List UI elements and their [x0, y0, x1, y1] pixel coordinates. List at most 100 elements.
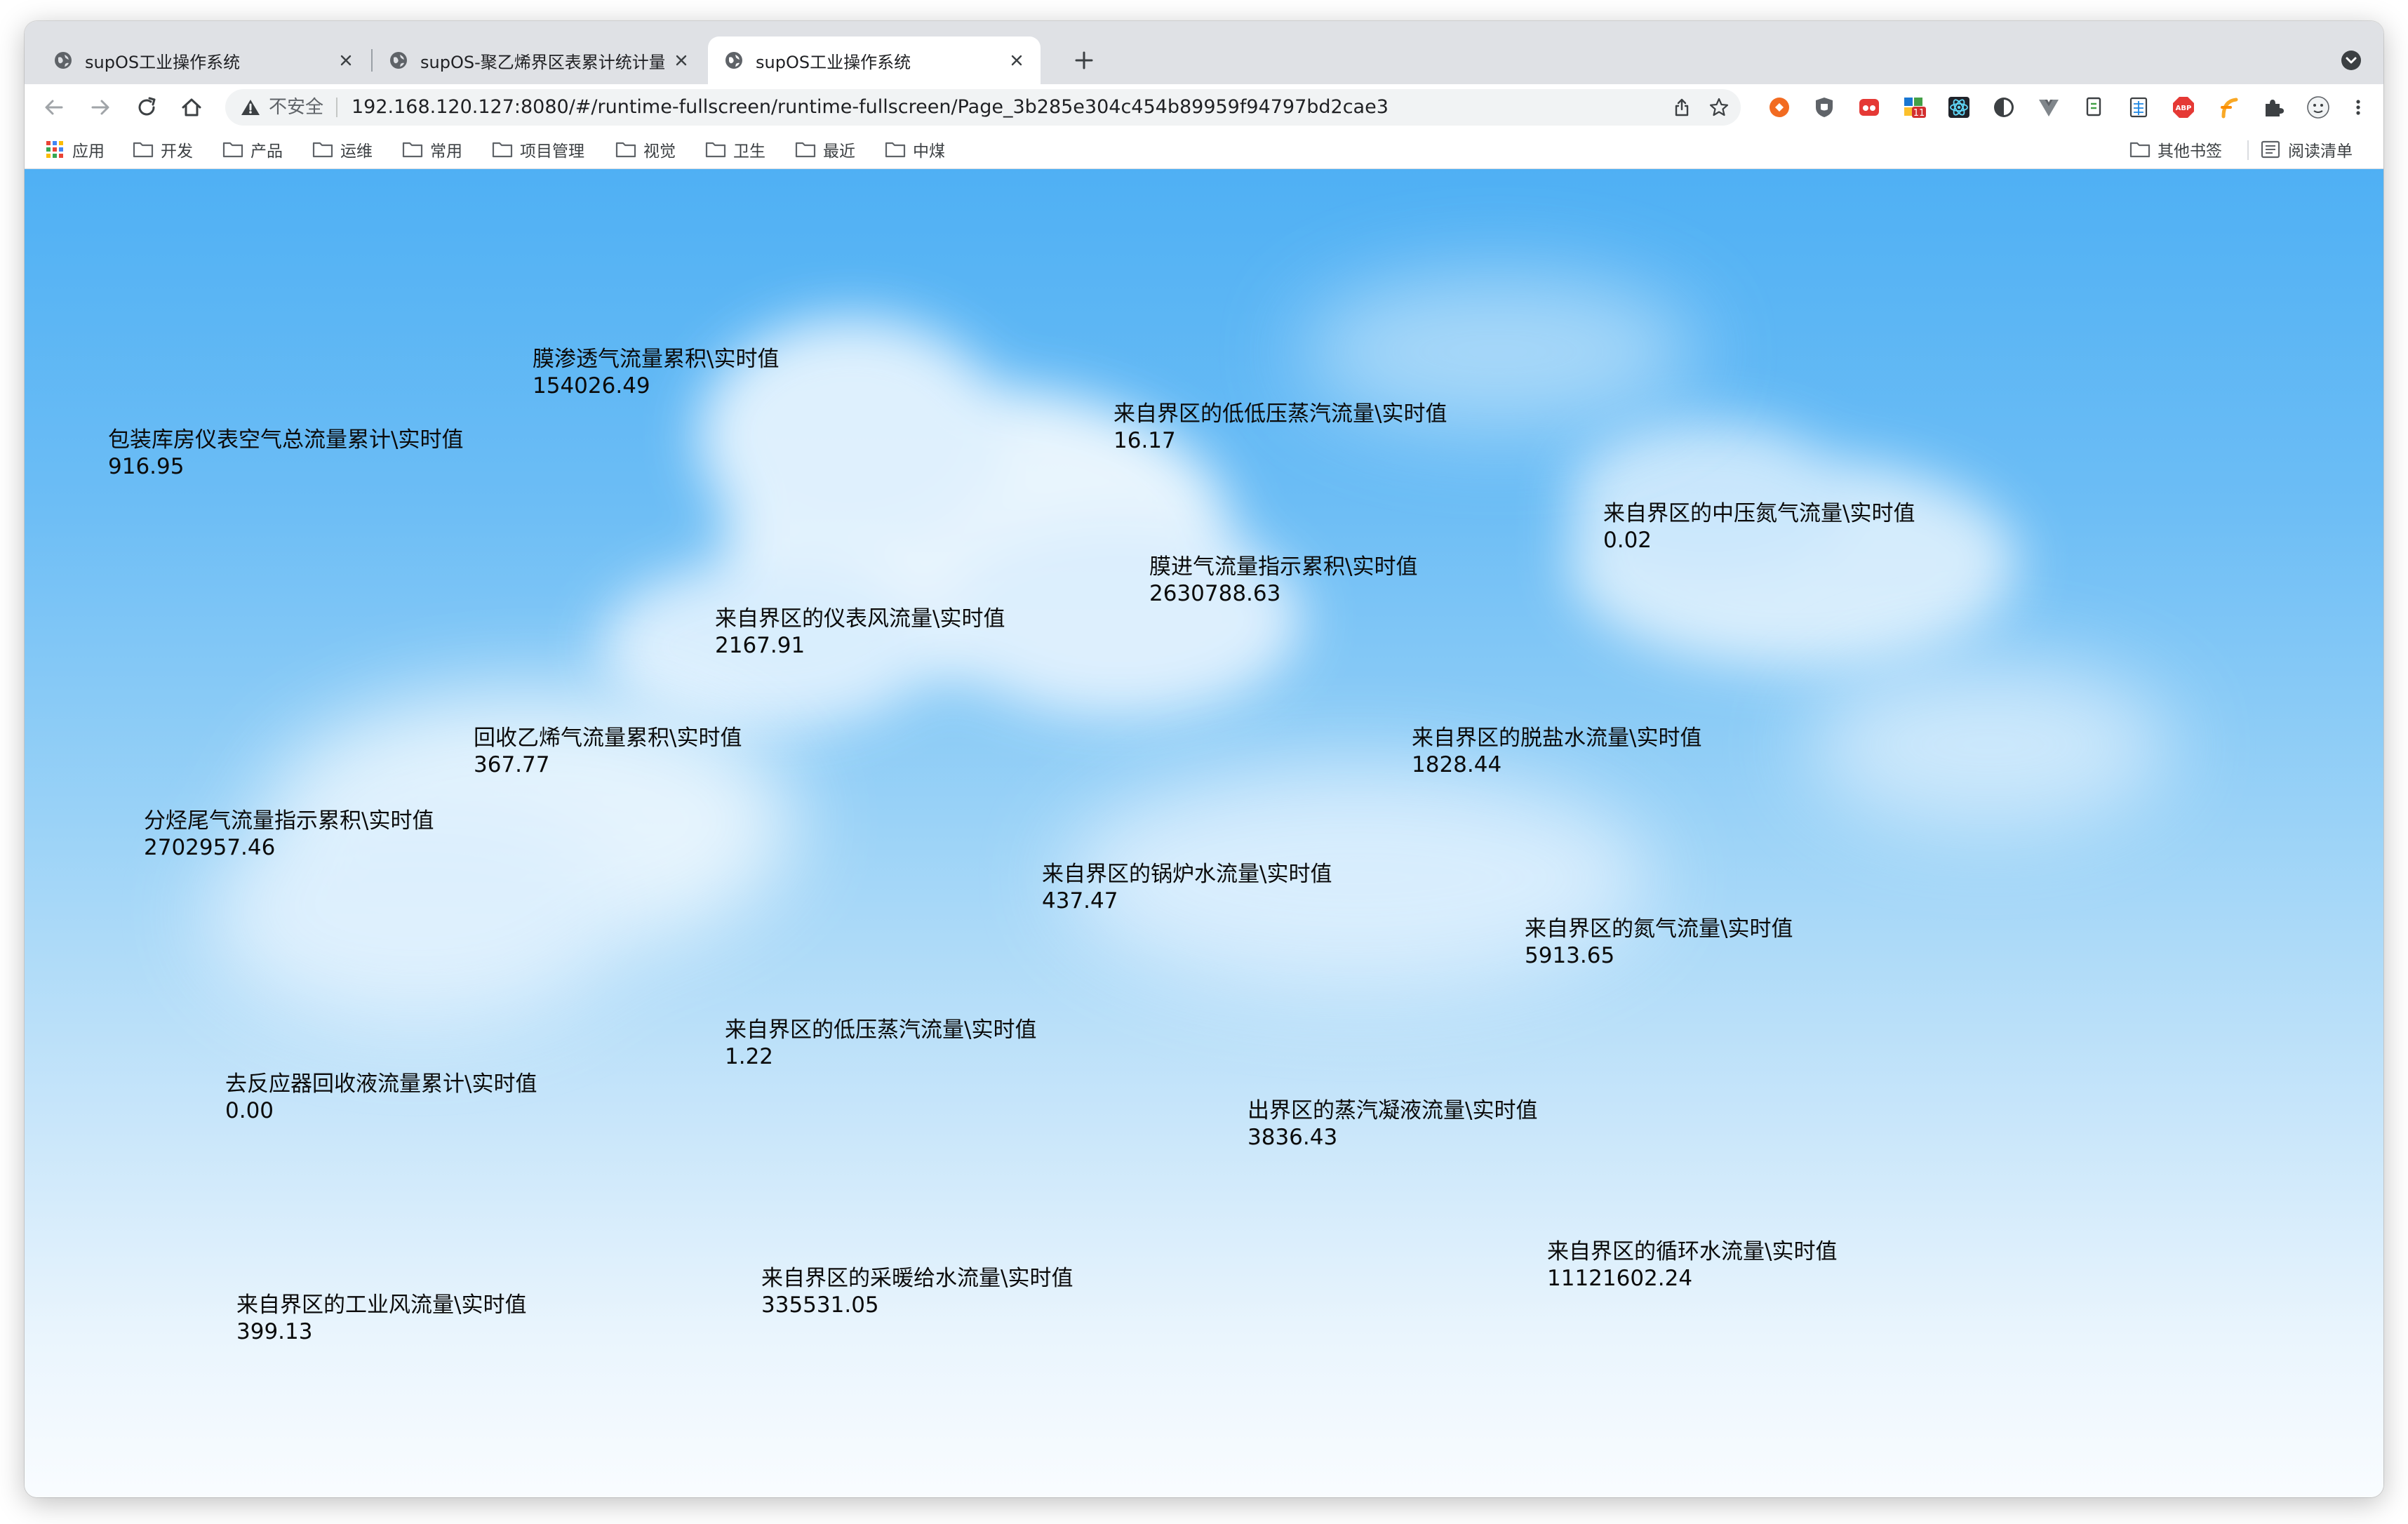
folder-icon [492, 142, 513, 158]
extension-vue-icon[interactable] [2037, 95, 2061, 119]
bookmark-label: 产品 [250, 142, 283, 161]
extension-badge-icon[interactable]: 11 [1902, 95, 1926, 119]
metric-label: 出界区的蒸汽凝液流量\实时值 [1248, 1098, 1538, 1123]
metric-value: 11121602.24 [1547, 1266, 1693, 1291]
metric-value: 0.02 [1603, 528, 1652, 553]
adblock-icon[interactable]: ABP [2172, 95, 2195, 119]
globe-icon [725, 52, 742, 69]
extension-doc-icon[interactable] [2082, 95, 2106, 119]
metric-value: 2702957.46 [144, 835, 276, 860]
metric-medium-pressure-nitrogen: 来自界区的中压氮气流量\实时值 0.02 [1603, 500, 1915, 554]
tab-2[interactable]: supOS-聚乙烯界区表累计统计量 [373, 36, 705, 84]
metric-instrument-air: 来自界区的仪表风流量\实时值 2167.91 [715, 606, 1005, 659]
metric-value: 367.77 [474, 752, 550, 777]
metric-circulating-water: 来自界区的循环水流量\实时值 11121602.24 [1547, 1238, 1837, 1292]
extension-react-icon[interactable] [1947, 95, 1971, 119]
bookmark-label: 常用 [430, 142, 462, 161]
bookmark-label: 项目管理 [520, 142, 584, 161]
folder-icon [2129, 142, 2151, 158]
metric-boiler-water: 来自界区的锅炉水流量\实时值 437.47 [1042, 861, 1332, 914]
profile-avatar-icon[interactable] [2306, 95, 2330, 119]
folder-icon [402, 142, 423, 158]
bookmark-apps[interactable]: 应用 [44, 131, 105, 168]
close-icon[interactable] [337, 52, 354, 69]
extension-f-icon[interactable] [2216, 95, 2240, 119]
browser-toolbar: 不安全 192.168.120.127:8080/#/runtime-fulls… [25, 84, 2383, 131]
share-icon[interactable] [1672, 98, 1692, 117]
bookmark-folder[interactable]: 卫生 [705, 131, 765, 168]
metric-low-pressure-steam: 来自界区的低压蒸汽流量\实时值 1.22 [725, 1017, 1036, 1070]
extension-orange-icon[interactable] [1767, 95, 1791, 119]
close-icon[interactable] [1008, 52, 1025, 69]
metric-value: 154026.49 [533, 373, 650, 399]
metric-hydrocarbon-tail-gas: 分烃尾气流量指示累积\实时值 2702957.46 [144, 808, 434, 861]
address-bar[interactable]: 不安全 192.168.120.127:8080/#/runtime-fulls… [225, 89, 1741, 126]
url-text[interactable]: 192.168.120.127:8080/#/runtime-fullscree… [352, 89, 1389, 126]
metric-value: 1.22 [725, 1044, 774, 1069]
metric-label: 来自界区的氮气流量\实时值 [1525, 916, 1793, 942]
bookmark-label: 卫生 [733, 142, 765, 161]
extension-shield-icon[interactable] [1812, 95, 1836, 119]
metric-value: 1828.44 [1412, 752, 1502, 777]
metric-nitrogen: 来自界区的氮气流量\实时值 5913.65 [1525, 916, 1793, 969]
extension-red-icon[interactable] [1857, 95, 1881, 119]
forward-arrow-icon[interactable] [86, 93, 114, 121]
bookmark-folder[interactable]: 项目管理 [492, 131, 584, 168]
metric-recovered-ethylene: 回收乙烯气流量累积\实时值 367.77 [474, 725, 742, 778]
reload-icon[interactable] [133, 93, 161, 121]
folder-icon [795, 142, 816, 158]
home-icon[interactable] [178, 93, 206, 121]
bookmark-star-icon[interactable] [1708, 97, 1730, 118]
extension-sheet-icon[interactable] [2127, 95, 2151, 119]
browser-menu-icon[interactable] [2351, 95, 2365, 119]
metric-label: 来自界区的脱盐水流量\实时值 [1412, 726, 1702, 751]
close-icon[interactable] [673, 52, 690, 69]
metric-membrane-inlet-gas: 膜进气流量指示累积\实时值 2630788.63 [1149, 554, 1417, 607]
tab-3-active[interactable]: supOS工业操作系统 [708, 36, 1041, 84]
metric-value: 399.13 [236, 1319, 313, 1344]
omnibox-divider [336, 98, 337, 117]
metric-label: 膜进气流量指示累积\实时值 [1149, 554, 1418, 580]
bookmark-folder[interactable]: 开发 [133, 131, 193, 168]
bookmark-folder[interactable]: 常用 [402, 131, 462, 168]
bookmarks-bar: 应用 开发 产品 运维 常用 项目管理 视觉 卫生 最近 中煤 其他书签 阅读清… [25, 131, 2383, 169]
extensions-puzzle-icon[interactable] [2261, 95, 2285, 119]
metric-label: 包装库房仪表空气总流量累计\实时值 [108, 427, 464, 453]
metric-value: 916.95 [108, 454, 185, 479]
folder-icon [222, 142, 243, 158]
bookmark-folder[interactable]: 产品 [222, 131, 283, 168]
metric-label: 来自界区的工业风流量\实时值 [236, 1292, 527, 1318]
metric-label: 回收乙烯气流量累积\实时值 [474, 726, 742, 751]
tab-title: supOS工业操作系统 [85, 52, 241, 72]
bookmark-folder[interactable]: 视觉 [615, 131, 676, 168]
metric-label: 来自界区的采暖给水流量\实时值 [761, 1266, 1073, 1291]
bookmark-folder[interactable]: 最近 [795, 131, 855, 168]
warning-icon[interactable] [241, 98, 260, 116]
reading-list-label: 阅读清单 [2288, 142, 2353, 161]
reading-list[interactable]: 阅读清单 [2260, 131, 2353, 168]
new-tab-icon[interactable] [1070, 46, 1098, 74]
tab-strip: supOS工业操作系统 supOS-聚乙烯界区表累计统计量 supOS工业操作系… [25, 21, 2383, 84]
metric-reactor-recovered-liquid: 去反应器回收液流量累计\实时值 0.00 [225, 1071, 537, 1124]
bookmark-label: 运维 [340, 142, 373, 161]
globe-icon [55, 52, 72, 69]
runtime-fullscreen-page: 膜渗透气流量累积\实时值 154026.49 包装库房仪表空气总流量累计\实时值… [25, 169, 2383, 1497]
extension-circle-icon[interactable] [1992, 95, 2016, 119]
apps-grid-icon [46, 141, 63, 158]
tab-title: supOS-聚乙烯界区表累计统计量 [420, 52, 664, 72]
back-arrow-icon[interactable] [40, 93, 68, 121]
tab-1[interactable]: supOS工业操作系统 [37, 36, 370, 84]
tab-search-icon[interactable] [2340, 49, 2362, 72]
bookmark-folder[interactable]: 运维 [312, 131, 373, 168]
folder-icon [705, 142, 726, 158]
metric-label: 来自界区的中压氮气流量\实时值 [1603, 501, 1915, 526]
other-bookmarks[interactable]: 其他书签 [2129, 131, 2222, 168]
metric-value: 0.00 [225, 1098, 274, 1123]
bookmark-folder[interactable]: 中煤 [885, 131, 945, 168]
metric-membrane-permeate-gas: 膜渗透气流量累积\实时值 154026.49 [533, 346, 779, 399]
folder-icon [615, 142, 636, 158]
folder-icon [885, 142, 906, 158]
metric-label: 来自界区的循环水流量\实时值 [1547, 1239, 1838, 1264]
security-status[interactable]: 不安全 [269, 89, 323, 126]
bookmark-label: 最近 [823, 142, 855, 161]
